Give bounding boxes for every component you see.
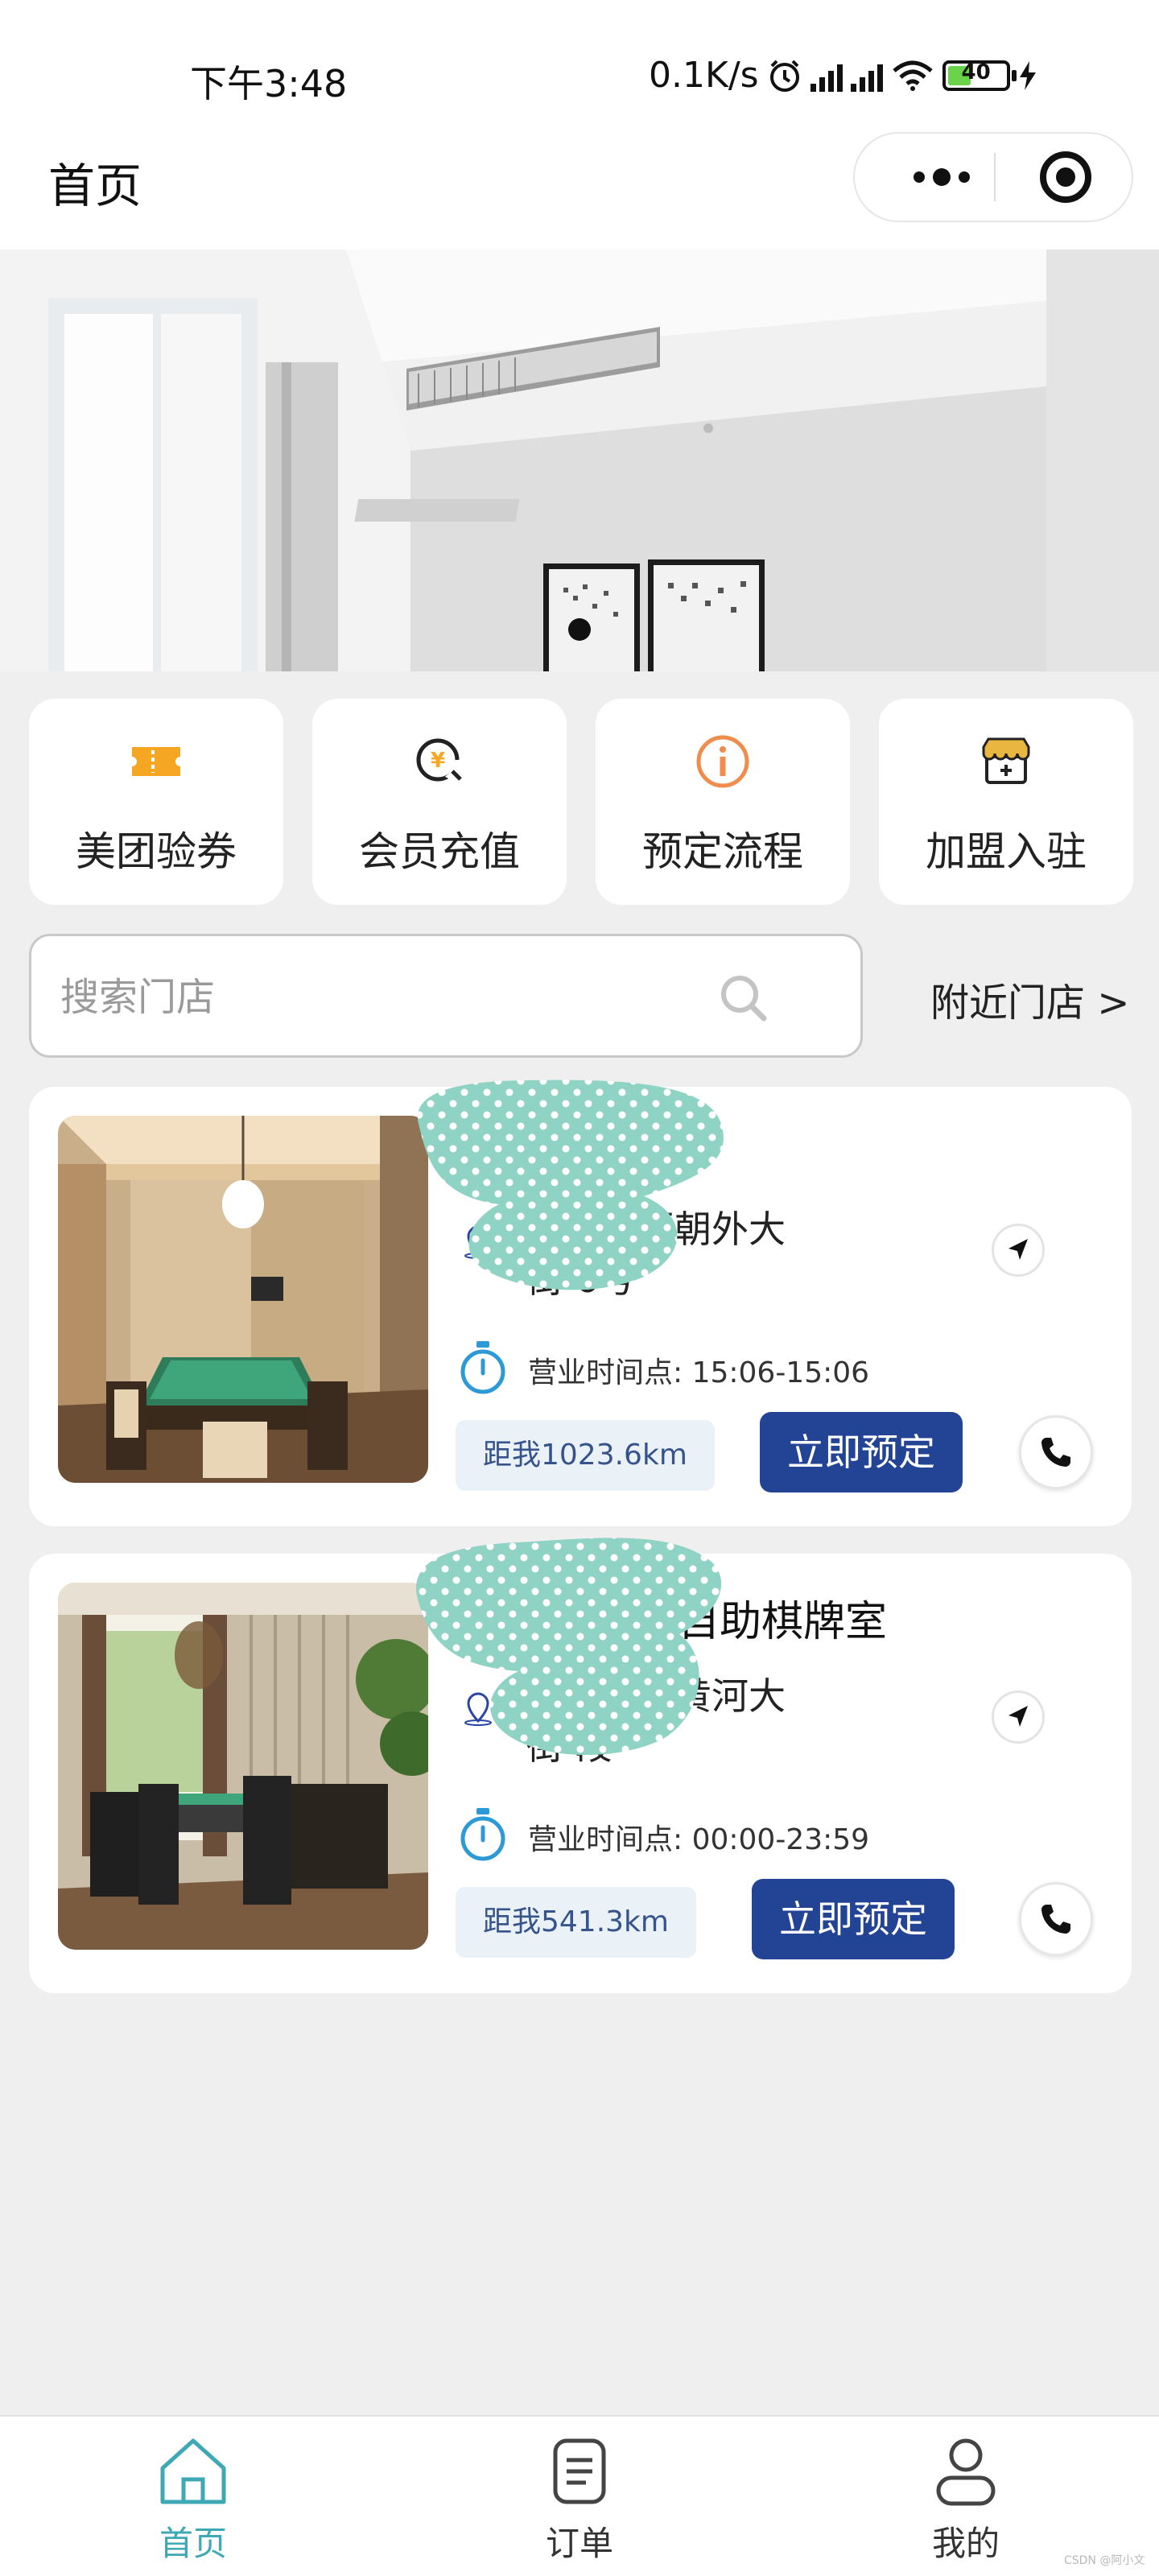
quick-action-booking-process[interactable]: 预定流程 [596, 699, 850, 905]
tab-label: 首页 [159, 2524, 227, 2563]
business-hours: 营业时间点: 00:00-23:59 [528, 1823, 870, 1856]
redaction-overlay [416, 1538, 722, 1756]
battery-icon: 40 [942, 60, 1017, 91]
store-search-box[interactable] [29, 934, 863, 1058]
watermark: CSDN @阿小文 [1064, 2554, 1145, 2567]
status-indicators: 0.1K/s 40 [649, 55, 1037, 96]
ticket-icon [132, 747, 180, 776]
quick-action-label: 预定流程 [642, 828, 803, 875]
navigate-button[interactable] [992, 1224, 1045, 1277]
tab-home[interactable]: 首页 [97, 2433, 290, 2570]
stopwatch-icon [460, 1341, 505, 1394]
target-icon[interactable] [1040, 151, 1091, 203]
phone-icon [1041, 1905, 1070, 1934]
book-now-button[interactable]: 立即预定 [752, 1879, 955, 1959]
info-icon [696, 735, 749, 788]
distance-tag: 距我541.3km [456, 1887, 696, 1958]
call-button[interactable] [1019, 1415, 1093, 1489]
navigation-arrow-icon [1008, 1239, 1028, 1260]
navigate-button[interactable] [992, 1690, 1045, 1744]
book-now-button[interactable]: 立即预定 [760, 1412, 963, 1492]
nearby-stores-link[interactable]: 附近门店 > [930, 971, 1129, 1027]
quick-action-label: 加盟入驻 [926, 828, 1087, 875]
nav-bar: 首页 [0, 121, 1159, 250]
stopwatch-icon [460, 1808, 505, 1861]
call-button[interactable] [1019, 1882, 1093, 1956]
tab-label: 订单 [545, 2524, 613, 2563]
quick-action-label: 美团验券 [76, 828, 237, 875]
quick-action-franchise[interactable]: 加盟入驻 [879, 699, 1133, 905]
phone-icon [1041, 1438, 1070, 1467]
home-icon [160, 2438, 226, 2504]
tab-orders[interactable]: 订单 [483, 2433, 676, 2570]
status-bar: 下午3:48 0.1K/s 40 [0, 0, 1159, 121]
navigation-arrow-icon [1008, 1706, 1028, 1727]
hd-signal-icon [850, 60, 883, 92]
tab-profile[interactable]: 我的 [869, 2433, 1062, 2570]
hd-signal-icon [810, 60, 843, 92]
store-photo [58, 1116, 428, 1483]
quick-action-label: 会员充值 [359, 828, 520, 875]
wifi-icon [892, 60, 933, 91]
search-input[interactable] [60, 967, 704, 1028]
business-hours: 营业时间点: 15:06-15:06 [528, 1356, 870, 1389]
banner-image [0, 250, 1159, 671]
store-photo [58, 1583, 428, 1950]
mini-program-capsule [853, 132, 1133, 222]
capsule-divider [994, 153, 996, 201]
distance-tag: 距我1023.6km [456, 1420, 715, 1491]
order-icon [553, 2438, 606, 2504]
search-icon[interactable] [714, 968, 775, 1030]
status-time: 下午3:48 [190, 62, 348, 105]
page-title: 首页 [48, 159, 142, 213]
store-icon [982, 737, 1030, 784]
redaction-overlay [417, 1080, 724, 1290]
more-icon[interactable] [893, 134, 990, 221]
banner-carousel[interactable] [0, 250, 1159, 671]
charging-icon [1019, 60, 1036, 90]
recharge-icon: ¥ [416, 738, 462, 784]
alarm-icon [769, 60, 799, 92]
quick-action-voucher[interactable]: 美团验券 [29, 699, 283, 905]
tab-label: 我的 [931, 2524, 1000, 2563]
profile-icon [936, 2438, 996, 2506]
carousel-indicator [568, 618, 591, 641]
quick-action-recharge[interactable]: ¥ 会员充值 [312, 699, 567, 905]
battery-level: 40 [961, 60, 991, 85]
svg-text:¥: ¥ [431, 749, 445, 773]
network-speed: 0.1K/s [649, 55, 759, 96]
bottom-tab-bar: 首页 订单 我的 [0, 2415, 1159, 2576]
